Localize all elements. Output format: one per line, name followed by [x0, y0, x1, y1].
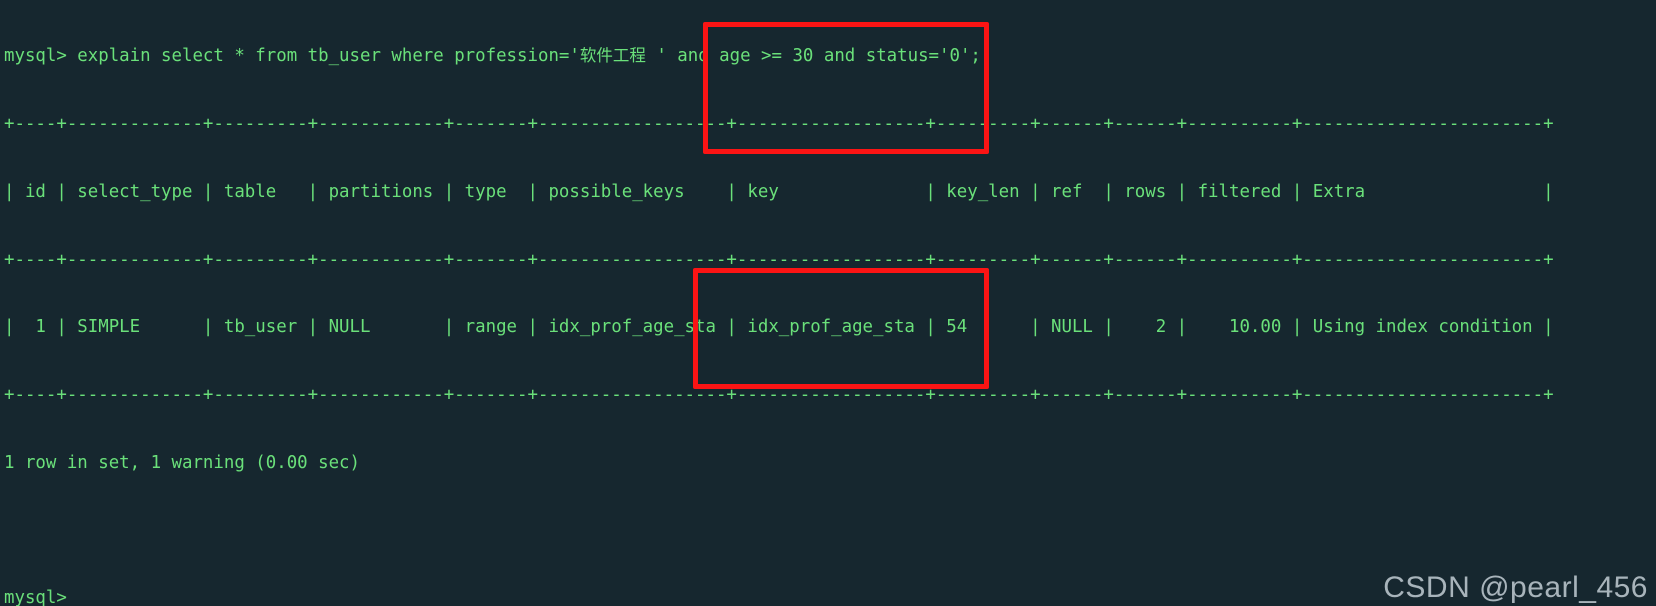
terminal-output[interactable]: mysql> explain select * from tb_user whe… — [4, 0, 1554, 606]
terminal-line: | id | select_type | table | partitions … — [4, 181, 1554, 202]
terminal-line: mysql> — [4, 588, 67, 606]
terminal-line: +----+-------------+---------+----------… — [4, 385, 1554, 406]
terminal-line: mysql> explain select * from tb_user whe… — [4, 46, 981, 67]
terminal-line: | 1 | SIMPLE | tb_user | NULL | range | … — [4, 317, 1554, 338]
terminal-window: mysql> explain select * from tb_user whe… — [0, 0, 1656, 606]
cjk-text: 软件工程 — [579, 46, 646, 66]
csdn-watermark: CSDN @pearl_456 — [1383, 571, 1648, 605]
terminal-line: +----+-------------+---------+----------… — [4, 249, 1554, 270]
terminal-line: +----+-------------+---------+----------… — [4, 113, 1554, 134]
terminal-line: 1 row in set, 1 warning (0.00 sec) — [4, 452, 360, 473]
